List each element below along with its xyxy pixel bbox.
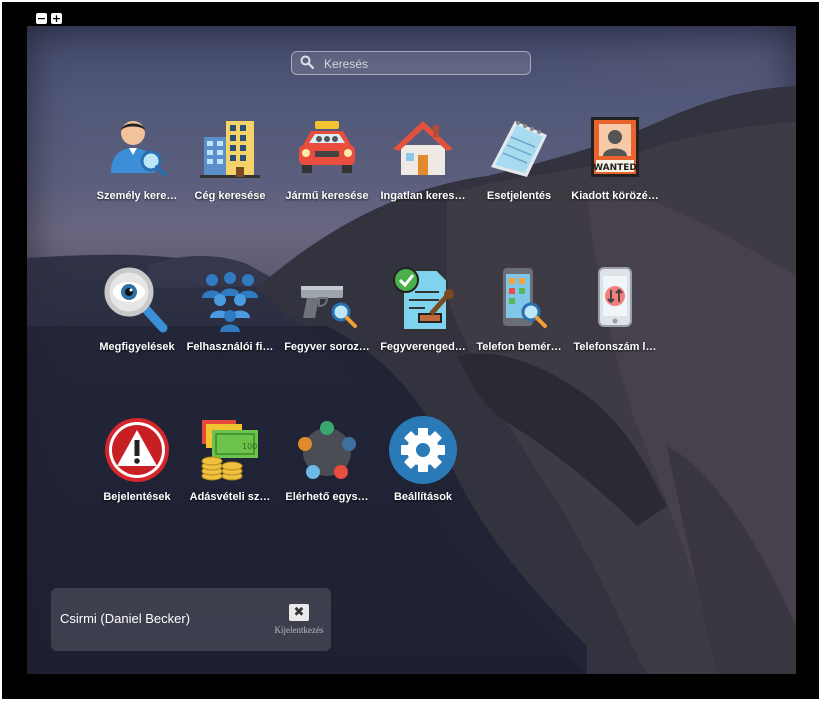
search-bar[interactable] <box>291 51 531 75</box>
app-window: − + Keresés Személy kere… Cég keresése J… <box>2 2 819 699</box>
users-group-icon <box>202 272 258 332</box>
app-label: Ingatlan keres… <box>380 190 466 202</box>
user-name: Csirmi (Daniel Becker) <box>60 611 191 626</box>
app-wanted[interactable]: WANTED Kiadott körözé… <box>569 115 661 219</box>
app-weapon-license[interactable]: Fegyverenged… <box>377 266 469 370</box>
notepad-icon <box>491 121 547 177</box>
app-label: Kiadott körözé… <box>571 190 659 202</box>
gun-search-icon <box>301 286 357 328</box>
app-property-search[interactable]: Ingatlan keres… <box>377 115 469 219</box>
minimize-button[interactable]: − <box>36 13 47 24</box>
user-panel: Csirmi (Daniel Becker) ✖ Kijelentkezés <box>51 588 331 651</box>
app-label: Személy kere… <box>96 190 178 202</box>
app-label: Fegyver soroz… <box>284 341 370 353</box>
close-icon: ✖ <box>289 604 309 621</box>
app-weapon-serial[interactable]: Fegyver soroz… <box>281 266 373 370</box>
phone-transfer-icon <box>598 267 632 327</box>
app-case-report[interactable]: Esetjelentés <box>473 115 565 219</box>
phone-search-icon <box>503 268 547 328</box>
desktop: Személy kere… Cég ke <box>27 26 796 674</box>
app-user-accounts[interactable]: Felhasználói fi… <box>184 266 276 370</box>
app-label: Beállítások <box>393 491 453 503</box>
money-coins-icon: 100 <box>201 420 258 481</box>
app-label: Telefon bemér… <box>476 341 562 353</box>
eye-magnifier-icon <box>104 267 168 333</box>
app-company-search[interactable]: Cég keresése <box>184 115 276 219</box>
wanted-poster-icon: WANTED <box>591 117 639 177</box>
app-label: Fegyverenged… <box>380 341 466 353</box>
maximize-button[interactable]: + <box>51 13 62 24</box>
app-phone-tracking[interactable]: Telefon bemér… <box>473 266 565 370</box>
app-label: Megfigyelések <box>99 341 175 353</box>
app-label: Cég keresése <box>194 190 266 202</box>
app-phone-number[interactable]: Telefonszám l… <box>569 266 661 370</box>
app-label: Elérhető egys… <box>285 491 369 503</box>
logout-label: Kijelentkezés <box>274 625 324 635</box>
app-sales-contracts[interactable]: 100 Adásvételi sz… <box>184 416 276 520</box>
warning-icon <box>105 418 169 482</box>
app-label: Jármű keresése <box>285 190 369 202</box>
license-stamp-icon <box>393 267 454 331</box>
logout-button[interactable]: ✖ Kijelentkezés <box>269 604 329 644</box>
search-input[interactable] <box>322 54 526 74</box>
app-settings[interactable]: Beállítások <box>377 416 469 520</box>
network-nodes-icon <box>298 421 356 479</box>
app-label: Felhasználói fi… <box>186 341 274 353</box>
building-icon <box>200 121 260 178</box>
app-label: Esetjelentés <box>486 190 552 202</box>
svg-text:WANTED: WANTED <box>593 163 637 173</box>
app-reports[interactable]: Bejelentések <box>91 416 183 520</box>
house-icon <box>393 121 453 175</box>
person-search-icon <box>111 121 167 177</box>
taxi-car-icon <box>299 121 355 173</box>
search-icon <box>300 55 314 69</box>
svg-text:100: 100 <box>242 442 257 451</box>
app-vehicle-search[interactable]: Jármű keresése <box>281 115 373 219</box>
app-label: Telefonszám l… <box>573 341 657 353</box>
app-person-search[interactable]: Személy kere… <box>91 115 183 219</box>
app-surveillance[interactable]: Megfigyelések <box>91 266 183 370</box>
gear-icon <box>389 416 457 484</box>
app-available-units[interactable]: Elérhető egys… <box>281 416 373 520</box>
app-label: Adásvételi sz… <box>189 491 271 503</box>
app-label: Bejelentések <box>103 491 171 503</box>
